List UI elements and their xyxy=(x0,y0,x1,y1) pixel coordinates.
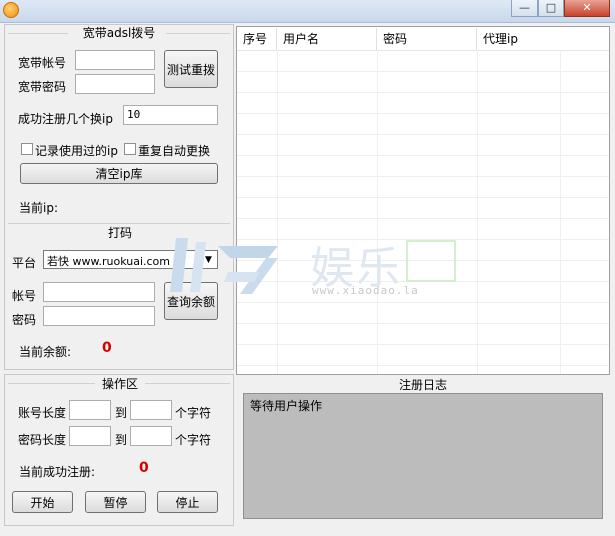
captcha-section-title: 打码 xyxy=(100,224,140,241)
grid-row-line xyxy=(237,176,609,177)
grid-row-line xyxy=(237,239,609,240)
operations-section-title: 操作区 xyxy=(95,375,145,392)
chars-label: 个字符 xyxy=(175,406,212,420)
grid-column-line xyxy=(477,50,478,374)
platform-selected-value: 若快 www.ruokuai.com xyxy=(47,255,170,268)
auto-replace-checkbox[interactable] xyxy=(124,143,136,155)
divider xyxy=(8,33,68,34)
grid-column-line xyxy=(377,50,378,374)
adsl-account-label: 宽带帐号 xyxy=(18,56,67,70)
header-divider xyxy=(237,50,609,51)
divider xyxy=(166,33,230,34)
current-ip-label: 当前ip: xyxy=(19,201,58,215)
captcha-password-field[interactable] xyxy=(43,306,155,326)
auto-replace-label: 重复自动更换 xyxy=(138,144,211,158)
grid-row-line xyxy=(237,365,609,366)
captcha-account-field[interactable] xyxy=(43,282,155,302)
minimize-button[interactable]: — xyxy=(511,0,538,17)
grid-row-line xyxy=(237,260,609,261)
password-length-label: 密码长度 xyxy=(18,433,67,447)
account-length-label: 账号长度 xyxy=(18,406,67,420)
grid-row-line xyxy=(237,134,609,135)
chevron-down-icon: ▼ xyxy=(205,255,212,265)
column-header-password[interactable]: 密码 xyxy=(377,28,477,50)
grid-row-line xyxy=(237,92,609,93)
query-balance-button[interactable]: 查询余额 xyxy=(164,282,218,320)
close-button[interactable]: ✕ xyxy=(564,0,610,17)
success-count-label: 当前成功注册: xyxy=(19,465,96,479)
maximize-button[interactable]: □ xyxy=(538,0,564,17)
log-text-area[interactable]: 等待用户操作 xyxy=(243,393,603,519)
to-label: 到 xyxy=(115,433,128,447)
column-header-proxy-ip[interactable]: 代理ip xyxy=(477,28,609,50)
record-used-ip-checkbox[interactable] xyxy=(21,143,33,155)
pause-button[interactable]: 暂停 xyxy=(85,491,146,513)
chars-label: 个字符 xyxy=(175,433,212,447)
success-count-value: 0 xyxy=(139,460,149,476)
balance-value: 0 xyxy=(102,340,112,356)
grid-column-line xyxy=(560,50,561,374)
grid-row-line xyxy=(237,155,609,156)
switch-ip-count-field[interactable]: 10 xyxy=(123,105,218,125)
password-length-max-field[interactable] xyxy=(130,426,172,446)
grid-row-line xyxy=(237,71,609,72)
record-used-ip-label: 记录使用过的ip xyxy=(35,144,118,158)
balance-label: 当前余额: xyxy=(19,345,72,359)
captcha-password-label: 密码 xyxy=(12,313,37,327)
account-length-max-field[interactable] xyxy=(130,400,172,420)
grid-row-line xyxy=(237,302,609,303)
password-length-min-field[interactable] xyxy=(69,426,111,446)
stop-button[interactable]: 停止 xyxy=(157,491,218,513)
platform-label: 平台 xyxy=(12,256,37,270)
grid-row-line xyxy=(237,197,609,198)
grid-row-line xyxy=(237,344,609,345)
adsl-password-field[interactable] xyxy=(75,74,155,94)
column-header-username[interactable]: 用户名 xyxy=(277,28,377,50)
grid-column-line xyxy=(277,50,278,374)
adsl-account-field[interactable] xyxy=(75,50,155,70)
clear-ip-button[interactable]: 清空ip库 xyxy=(20,163,218,184)
grid-row-line xyxy=(237,218,609,219)
column-header-index[interactable]: 序号 xyxy=(237,28,277,50)
account-length-min-field[interactable] xyxy=(69,400,111,420)
grid-row-line xyxy=(237,323,609,324)
start-button[interactable]: 开始 xyxy=(12,491,73,513)
switch-ip-label: 成功注册几个换ip xyxy=(18,112,113,126)
log-section-title: 注册日志 xyxy=(398,378,447,392)
app-logo-icon xyxy=(3,2,19,18)
grid-row-line xyxy=(237,113,609,114)
captcha-account-label: 帐号 xyxy=(12,289,37,303)
platform-select[interactable]: 若快 www.ruokuai.com ▼ xyxy=(43,250,218,269)
grid-row-line xyxy=(237,281,609,282)
to-label: 到 xyxy=(115,406,128,420)
adsl-password-label: 宽带密码 xyxy=(18,80,67,94)
test-redial-button[interactable]: 测试重拨 xyxy=(164,50,218,88)
